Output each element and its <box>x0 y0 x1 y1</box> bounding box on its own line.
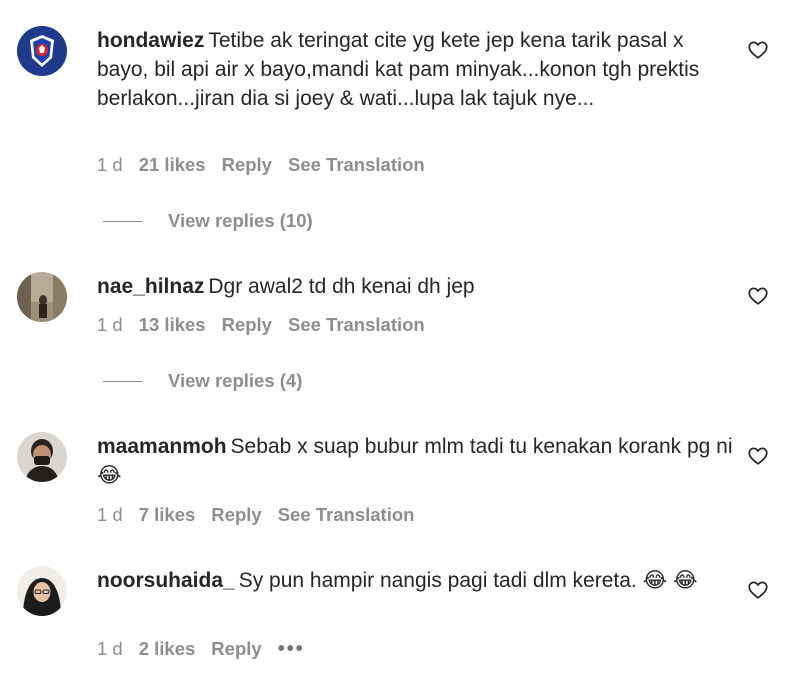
view-replies-label: View replies (10) <box>168 210 313 231</box>
comment-username[interactable]: hondawiez <box>97 29 204 52</box>
heart-outline-icon[interactable] <box>747 285 769 307</box>
reply-button[interactable]: Reply <box>222 154 272 176</box>
view-replies-button[interactable]: View replies (4) <box>103 370 302 392</box>
comment-body: nae_hilnaz Dgr awal2 td dh kenai dh jep <box>97 272 737 301</box>
replies-divider <box>103 380 142 382</box>
heart-outline-icon[interactable] <box>747 579 769 601</box>
avatar[interactable] <box>17 432 67 482</box>
comment-text: nae_hilnaz Dgr awal2 td dh kenai dh jep <box>97 272 737 301</box>
comment-text: noorsuhaida_ Sy pun hampir nangis pagi ta… <box>97 566 737 595</box>
comment-meta: 1 d 21 likes Reply See Translation <box>97 154 441 176</box>
comment-body: maamanmoh Sebab x suap bubur mlm tadi tu … <box>97 432 737 490</box>
likes-count[interactable]: 21 likes <box>139 154 206 176</box>
likes-count[interactable]: 7 likes <box>139 504 196 526</box>
comment-body: noorsuhaida_ Sy pun hampir nangis pagi ta… <box>97 566 737 595</box>
replies-divider <box>103 220 142 222</box>
view-replies-label: View replies (4) <box>168 370 303 391</box>
comment-time: 1 d <box>97 154 123 175</box>
comment-text: hondawiez Tetibe ak teringat cite yg kete… <box>97 26 737 113</box>
heart-outline-icon[interactable] <box>747 39 769 61</box>
comment-time: 1 d <box>97 504 123 525</box>
comment-body: hondawiez Tetibe ak teringat cite yg kete… <box>97 26 737 113</box>
avatar[interactable] <box>17 26 67 76</box>
view-replies-button[interactable]: View replies (10) <box>103 210 313 232</box>
comment-username[interactable]: noorsuhaida_ <box>97 569 235 592</box>
comment-username[interactable]: maamanmoh <box>97 435 227 458</box>
more-options-icon[interactable]: ••• <box>278 638 305 661</box>
comment-text: maamanmoh Sebab x suap bubur mlm tadi tu … <box>97 432 737 490</box>
comment-time: 1 d <box>97 638 123 659</box>
avatar[interactable] <box>17 566 67 616</box>
see-translation-button[interactable]: See Translation <box>278 504 415 526</box>
reply-button[interactable]: Reply <box>222 314 272 336</box>
comment-message: Dgr awal2 td dh kenai dh jep <box>208 275 475 298</box>
reply-button[interactable]: Reply <box>211 638 261 660</box>
reply-button[interactable]: Reply <box>211 504 261 526</box>
heart-outline-icon[interactable] <box>747 445 769 467</box>
likes-count[interactable]: 2 likes <box>139 638 196 660</box>
avatar[interactable] <box>17 272 67 322</box>
comment-meta: 1 d 13 likes Reply See Translation <box>97 314 441 336</box>
comment-meta: 1 d 2 likes Reply ••• <box>97 638 321 661</box>
see-translation-button[interactable]: See Translation <box>288 314 425 336</box>
comment-message: Sy pun hampir nangis pagi tadi dlm keret… <box>238 569 698 592</box>
comment-username[interactable]: nae_hilnaz <box>97 275 204 298</box>
comment-meta: 1 d 7 likes Reply See Translation <box>97 504 430 526</box>
see-translation-button[interactable]: See Translation <box>288 154 425 176</box>
comment-time: 1 d <box>97 314 123 335</box>
likes-count[interactable]: 13 likes <box>139 314 206 336</box>
